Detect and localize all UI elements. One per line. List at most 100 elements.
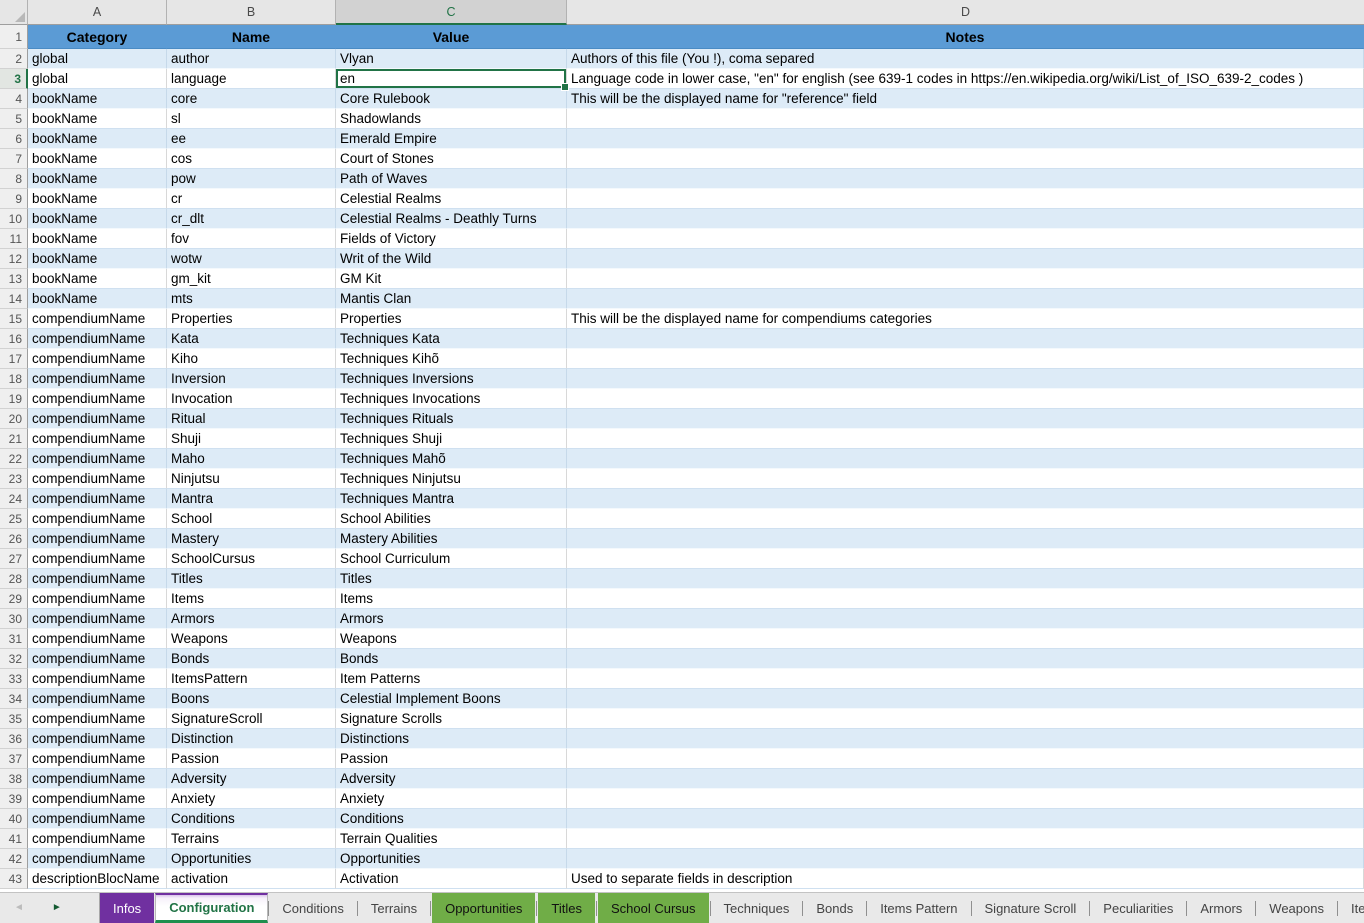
sheet-tab-weapons[interactable]: Weapons: [1256, 893, 1337, 923]
cell-A32[interactable]: compendiumName: [28, 649, 167, 669]
sheet-tab-peculiarities[interactable]: Peculiarities: [1090, 893, 1186, 923]
row-number[interactable]: 32: [0, 649, 28, 669]
cell-B33[interactable]: ItemsPattern: [167, 669, 336, 689]
cell-C24[interactable]: Techniques Mantra: [336, 489, 567, 509]
sheet-tab-titles[interactable]: Titles: [538, 893, 595, 923]
cell-B39[interactable]: Anxiety: [167, 789, 336, 809]
cell-B19[interactable]: Invocation: [167, 389, 336, 409]
cell-A43[interactable]: descriptionBlocName: [28, 869, 167, 889]
cell-A11[interactable]: bookName: [28, 229, 167, 249]
cell-D4[interactable]: This will be the displayed name for "ref…: [567, 89, 1364, 109]
cell-D19[interactable]: [567, 389, 1364, 409]
cell-A21[interactable]: compendiumName: [28, 429, 167, 449]
cell-A31[interactable]: compendiumName: [28, 629, 167, 649]
cell-A17[interactable]: compendiumName: [28, 349, 167, 369]
cell-A3[interactable]: global: [28, 69, 167, 89]
cell-C18[interactable]: Techniques Inversions: [336, 369, 567, 389]
cell-B25[interactable]: School: [167, 509, 336, 529]
cell-C36[interactable]: Distinctions: [336, 729, 567, 749]
row-number[interactable]: 41: [0, 829, 28, 849]
cell-B29[interactable]: Items: [167, 589, 336, 609]
cell-B27[interactable]: SchoolCursus: [167, 549, 336, 569]
cell-C4[interactable]: Core Rulebook: [336, 89, 567, 109]
cell-C31[interactable]: Weapons: [336, 629, 567, 649]
row-number[interactable]: 33: [0, 669, 28, 689]
cell-A9[interactable]: bookName: [28, 189, 167, 209]
cell-D8[interactable]: [567, 169, 1364, 189]
cell-C14[interactable]: Mantis Clan: [336, 289, 567, 309]
row-number[interactable]: 19: [0, 389, 28, 409]
cell-A24[interactable]: compendiumName: [28, 489, 167, 509]
cell-D41[interactable]: [567, 829, 1364, 849]
sheet-tab-infos[interactable]: Infos: [100, 893, 154, 923]
cell-C9[interactable]: Celestial Realms: [336, 189, 567, 209]
row-number[interactable]: 29: [0, 589, 28, 609]
cell-D38[interactable]: [567, 769, 1364, 789]
column-header-a[interactable]: A: [28, 0, 167, 25]
row-number[interactable]: 35: [0, 709, 28, 729]
row-number[interactable]: 37: [0, 749, 28, 769]
cell-C10[interactable]: Celestial Realms - Deathly Turns: [336, 209, 567, 229]
row-number[interactable]: 6: [0, 129, 28, 149]
cell-A20[interactable]: compendiumName: [28, 409, 167, 429]
cell-A26[interactable]: compendiumName: [28, 529, 167, 549]
row-number[interactable]: 10: [0, 209, 28, 229]
cell-D9[interactable]: [567, 189, 1364, 209]
row-number[interactable]: 39: [0, 789, 28, 809]
cell-C20[interactable]: Techniques Rituals: [336, 409, 567, 429]
sheet-tab-bonds[interactable]: Bonds: [803, 893, 866, 923]
cell-B36[interactable]: Distinction: [167, 729, 336, 749]
cell-B35[interactable]: SignatureScroll: [167, 709, 336, 729]
cell-C22[interactable]: Techniques Mahõ: [336, 449, 567, 469]
cell-D40[interactable]: [567, 809, 1364, 829]
cell-C3[interactable]: en: [336, 69, 567, 89]
cell-C34[interactable]: Celestial Implement Boons: [336, 689, 567, 709]
row-number[interactable]: 12: [0, 249, 28, 269]
row-number[interactable]: 38: [0, 769, 28, 789]
tab-scroll-right-icon[interactable]: ►: [52, 903, 62, 913]
cell-D2[interactable]: Authors of this file (You !), coma separ…: [567, 49, 1364, 69]
cell-D23[interactable]: [567, 469, 1364, 489]
cell-A41[interactable]: compendiumName: [28, 829, 167, 849]
cell-B28[interactable]: Titles: [167, 569, 336, 589]
row-number[interactable]: 18: [0, 369, 28, 389]
row-number[interactable]: 8: [0, 169, 28, 189]
row-number[interactable]: 1: [0, 25, 28, 49]
row-number[interactable]: 17: [0, 349, 28, 369]
row-number[interactable]: 34: [0, 689, 28, 709]
cell-A37[interactable]: compendiumName: [28, 749, 167, 769]
row-number[interactable]: 4: [0, 89, 28, 109]
cell-C19[interactable]: Techniques Invocations: [336, 389, 567, 409]
cell-D3[interactable]: Language code in lower case, "en" for en…: [567, 69, 1364, 89]
sheet-tab-terrains[interactable]: Terrains: [358, 893, 430, 923]
sheet-tab-items[interactable]: Items: [1338, 893, 1364, 923]
cell-D6[interactable]: [567, 129, 1364, 149]
cell-C6[interactable]: Emerald Empire: [336, 129, 567, 149]
row-number[interactable]: 5: [0, 109, 28, 129]
cell-B26[interactable]: Mastery: [167, 529, 336, 549]
cell-B9[interactable]: cr: [167, 189, 336, 209]
row-number[interactable]: 16: [0, 329, 28, 349]
row-number[interactable]: 15: [0, 309, 28, 329]
row-number[interactable]: 20: [0, 409, 28, 429]
column-header-b[interactable]: B: [167, 0, 336, 25]
row-number[interactable]: 14: [0, 289, 28, 309]
cell-A8[interactable]: bookName: [28, 169, 167, 189]
cell-C41[interactable]: Terrain Qualities: [336, 829, 567, 849]
cell-A33[interactable]: compendiumName: [28, 669, 167, 689]
cell-C5[interactable]: Shadowlands: [336, 109, 567, 129]
cell-D20[interactable]: [567, 409, 1364, 429]
cell-B32[interactable]: Bonds: [167, 649, 336, 669]
cell-C42[interactable]: Opportunities: [336, 849, 567, 869]
sheet-tab-school-cursus[interactable]: School Cursus: [598, 893, 709, 923]
cell-A27[interactable]: compendiumName: [28, 549, 167, 569]
cell-C27[interactable]: School Curriculum: [336, 549, 567, 569]
row-number[interactable]: 24: [0, 489, 28, 509]
cell-B34[interactable]: Boons: [167, 689, 336, 709]
sheet-tab-armors[interactable]: Armors: [1187, 893, 1255, 923]
cell-B11[interactable]: fov: [167, 229, 336, 249]
cell-C33[interactable]: Item Patterns: [336, 669, 567, 689]
row-number[interactable]: 3: [0, 69, 28, 89]
cell-B37[interactable]: Passion: [167, 749, 336, 769]
row-number[interactable]: 23: [0, 469, 28, 489]
